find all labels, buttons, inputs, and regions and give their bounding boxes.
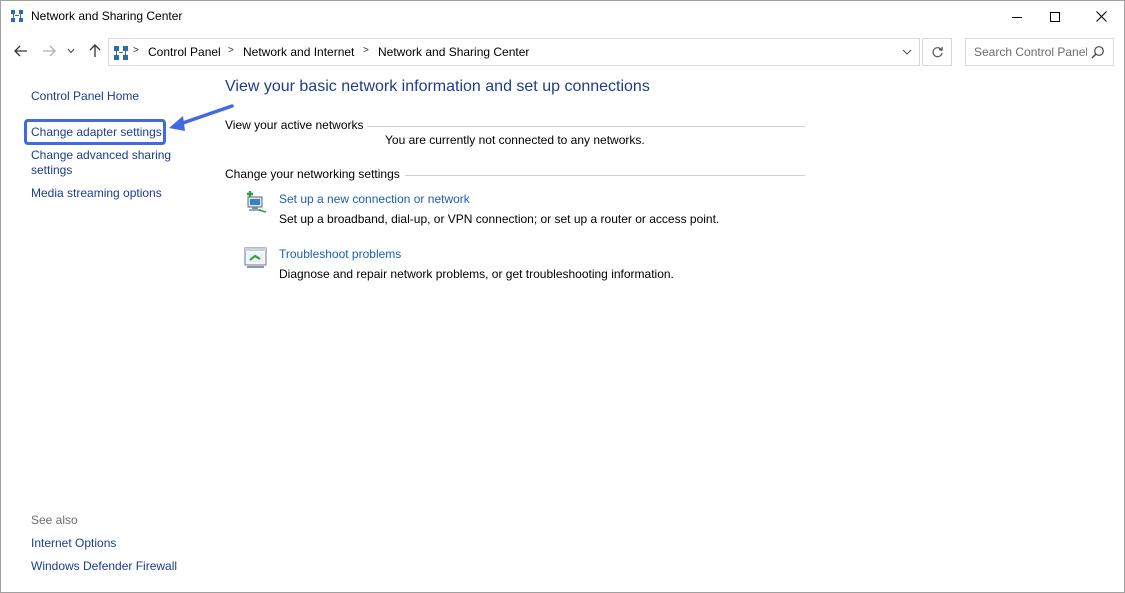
media-streaming-options-link[interactable]: Media streaming options xyxy=(31,186,162,201)
arrow-up-icon xyxy=(89,44,101,57)
breadcrumb-control-panel[interactable]: Control Panel xyxy=(148,45,221,59)
chevron-down-icon xyxy=(67,48,75,54)
address-bar[interactable]: > Control Panel > Network and Internet >… xyxy=(108,38,920,66)
arrow-right-icon xyxy=(43,45,56,57)
setup-connection-description: Set up a broadband, dial-up, or VPN conn… xyxy=(279,212,720,226)
search-box[interactable] xyxy=(965,38,1114,66)
not-connected-status: You are currently not connected to any n… xyxy=(385,133,645,147)
chevron-down-icon xyxy=(902,49,912,55)
troubleshoot-problems-link[interactable]: Troubleshoot problems xyxy=(279,247,401,261)
networking-settings-heading: Change your networking settings xyxy=(225,167,400,181)
troubleshoot-description: Diagnose and repair network problems, or… xyxy=(279,267,674,281)
see-also-label: See also xyxy=(31,513,78,527)
breadcrumb-separator[interactable]: > xyxy=(228,45,234,56)
windows-defender-firewall-link[interactable]: Windows Defender Firewall xyxy=(31,559,177,574)
network-center-icon xyxy=(113,45,129,61)
internet-options-link[interactable]: Internet Options xyxy=(31,536,116,551)
refresh-icon xyxy=(931,46,943,57)
left-task-pane: Control Panel Home Change adapter settin… xyxy=(1,71,211,591)
link-line-1: Change advanced sharing xyxy=(31,148,172,162)
search-input[interactable] xyxy=(967,40,1087,64)
close-button[interactable] xyxy=(1078,1,1124,32)
refresh-button[interactable] xyxy=(922,38,952,66)
control-panel-home-link[interactable]: Control Panel Home xyxy=(31,89,139,104)
maximize-icon xyxy=(1050,11,1060,22)
address-dropdown-button[interactable] xyxy=(895,39,919,65)
section-divider xyxy=(367,126,805,127)
close-icon xyxy=(1095,11,1107,22)
highlight-box xyxy=(24,119,166,145)
window-title: Network and Sharing Center xyxy=(31,9,183,23)
forward-button[interactable] xyxy=(39,41,59,61)
change-advanced-sharing-link[interactable]: Change advanced sharing settings xyxy=(31,148,171,178)
back-button[interactable] xyxy=(11,41,31,61)
minimize-icon xyxy=(1012,16,1022,18)
network-sharing-window: Network and Sharing Center > Control Pan… xyxy=(0,0,1125,593)
maximize-button[interactable] xyxy=(1032,1,1078,32)
title-bar: Network and Sharing Center xyxy=(1,1,1124,32)
troubleshoot-icon[interactable] xyxy=(244,246,268,270)
search-icon[interactable] xyxy=(1091,45,1105,59)
navigation-bar: > Control Panel > Network and Internet >… xyxy=(1,36,1124,68)
up-button[interactable] xyxy=(85,41,105,61)
recent-locations-button[interactable] xyxy=(64,41,78,61)
breadcrumb-separator[interactable]: > xyxy=(133,45,139,56)
page-title: View your basic network information and … xyxy=(225,78,650,95)
breadcrumb-network-sharing-center[interactable]: Network and Sharing Center xyxy=(378,45,529,59)
section-divider xyxy=(405,175,805,176)
breadcrumb-separator[interactable]: > xyxy=(363,45,369,56)
network-center-icon xyxy=(10,9,24,23)
arrow-left-icon xyxy=(14,45,27,57)
breadcrumb-network-internet[interactable]: Network and Internet xyxy=(243,45,354,59)
link-line-2: settings xyxy=(31,163,73,177)
network-setup-icon[interactable] xyxy=(244,191,268,215)
active-networks-heading: View your active networks xyxy=(225,118,364,132)
setup-connection-link[interactable]: Set up a new connection or network xyxy=(279,192,470,206)
